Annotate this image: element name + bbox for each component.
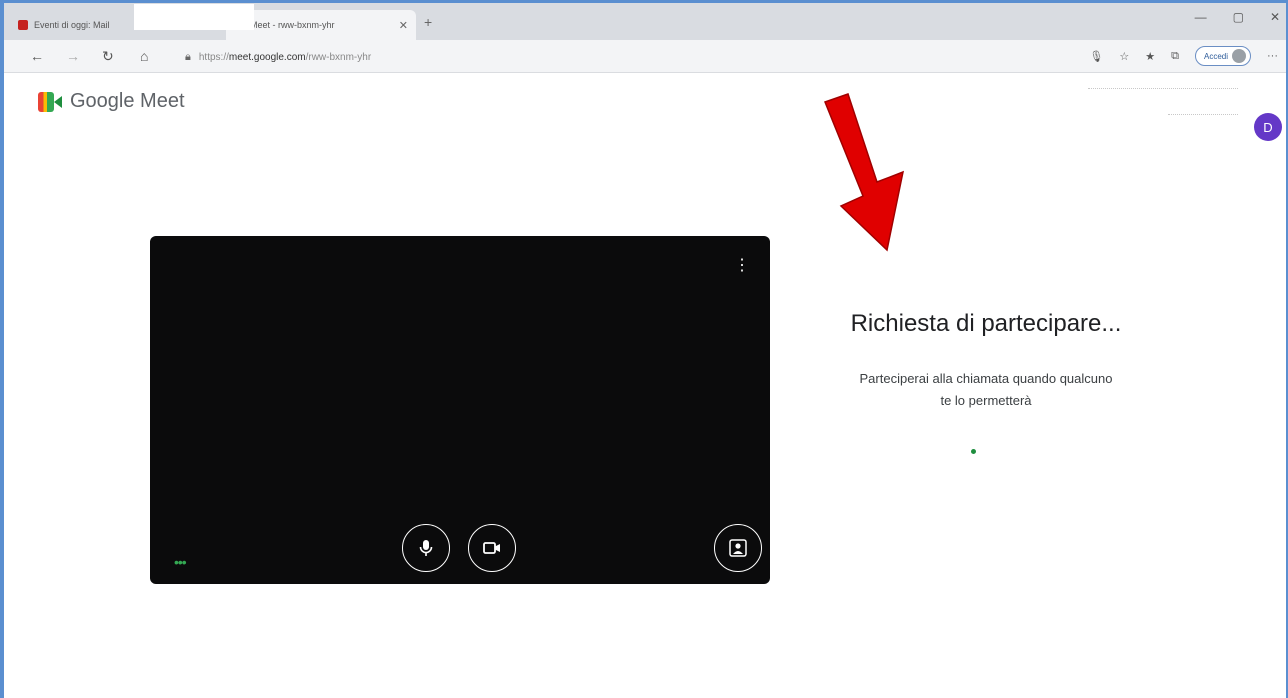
tab-title: Meet - rww-bxnm-yhr [250,20,335,30]
url-host: meet.google.com [228,51,306,63]
browser-toolbar: ← → ↻ ⌂ 🔒︎ https:// meet.google.com /rww… [0,40,1288,73]
minimize-button[interactable]: — [1195,10,1207,24]
status-message: Parteciperai alla chiamata quando qualcu… [776,368,1196,412]
redaction-box [134,4,254,30]
blurred-header-text [1088,88,1238,92]
url-scheme: https:// [198,51,229,63]
microphone-permission-icon[interactable]: 🎙︎ [1089,50,1103,63]
microphone-icon [419,540,433,556]
close-tab-icon[interactable]: ✕ [399,19,408,32]
favorites-icon[interactable]: ★ [1145,50,1155,63]
camera-toggle-button[interactable] [468,524,516,572]
address-bar[interactable]: 🔒︎ https:// meet.google.com /rww-bxnm-yh… [185,47,371,67]
profile-avatar-icon [1232,49,1246,63]
app-title: Google Meet [70,90,185,112]
collections-icon[interactable]: ⧉ [1171,50,1179,63]
status-title: Richiesta di partecipare... [850,310,1122,337]
toolbar-actions: 🎙︎ ☆ ★ ⧉ Accedi ··· [1089,46,1278,66]
microphone-toggle-button[interactable] [402,524,450,572]
loading-spinner [971,449,976,454]
favorite-star-icon[interactable]: ☆ [1119,50,1129,63]
status-message-line: te lo permetterà [940,393,1032,408]
meet-camera-logo-icon [38,91,62,112]
window-controls: — ▢ ✕ [1195,10,1280,24]
blurred-header-text [1168,114,1238,118]
person-effects-icon [729,539,747,557]
lock-icon: 🔒︎ [185,50,191,63]
maximize-button[interactable]: ▢ [1233,10,1244,24]
red-arrow-annotation [824,93,905,252]
visual-effects-button[interactable] [714,524,762,572]
forward-icon[interactable]: → [66,48,80,64]
tab-title: Eventi di oggi: Mail [34,20,110,30]
profile-login-button[interactable]: Accedi [1194,46,1251,66]
refresh-icon[interactable]: ↻ [102,48,114,65]
browser-tab-strip: Eventi di oggi: Mail Meet - rww-bxnm-yhr… [0,0,1288,40]
back-icon[interactable]: ← [30,48,44,64]
mail-icon [18,20,28,30]
video-preview: ⋮ ••• [150,236,770,584]
user-avatar[interactable]: D [1254,113,1282,141]
more-options-icon[interactable]: ⋮ [734,256,750,276]
new-tab-button[interactable]: + [424,14,432,30]
close-window-button[interactable]: ✕ [1270,10,1280,24]
audio-level-dots: ••• [174,554,187,570]
status-message-line: Parteciperai alla chiamata quando qualcu… [859,371,1113,386]
tab-meet[interactable]: Meet - rww-bxnm-yhr ✕ [226,10,416,40]
login-label: Accedi [1203,51,1228,61]
more-menu-icon[interactable]: ··· [1267,50,1278,62]
home-icon[interactable]: ⌂ [140,48,148,64]
url-path: /rww-bxnm-yhr [305,51,372,63]
camera-icon [483,542,500,554]
meet-logo[interactable]: Google Meet [38,90,185,113]
